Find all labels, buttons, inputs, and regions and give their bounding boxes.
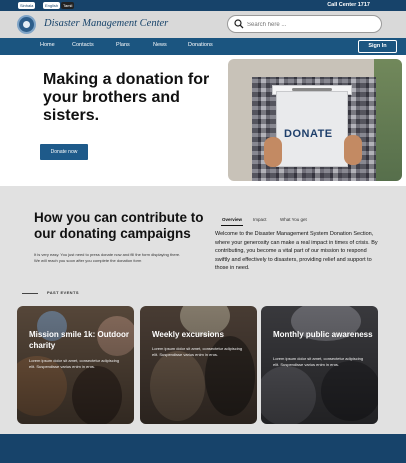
- nav-item-news[interactable]: News: [153, 42, 167, 48]
- event-text: Lorem ipsum dolor sit amet, consectetur …: [29, 358, 120, 369]
- hero-section: Making a donation for your brothers and …: [2, 55, 404, 186]
- top-bar: Sinhala English Tamil Call Center 1717: [0, 0, 406, 11]
- event-title: Monthly public awareness: [273, 330, 373, 339]
- language-english-button[interactable]: English: [43, 2, 61, 9]
- nav-item-donations[interactable]: Donations: [188, 42, 213, 48]
- nav-item-home[interactable]: Home: [40, 42, 55, 48]
- tab-what-you-get[interactable]: What You get: [280, 217, 307, 222]
- event-text: Lorem ipsum dolor sit amet, consectetur …: [152, 346, 243, 357]
- search-box[interactable]: [227, 15, 382, 33]
- search-input[interactable]: [247, 19, 367, 30]
- donation-box-label: DONATE: [284, 128, 333, 140]
- contribute-description: Welcome to the Disaster Management Syste…: [215, 231, 378, 271]
- event-title: Weekly excursions: [152, 330, 224, 339]
- page-footer: [0, 434, 406, 463]
- divider: [22, 293, 38, 294]
- search-icon: [234, 19, 244, 29]
- nav-item-contacts[interactable]: Contacts: [72, 42, 94, 48]
- right-hand: [344, 135, 362, 165]
- site-header: Disaster Management Center: [0, 11, 406, 38]
- active-tab-indicator: [221, 225, 243, 226]
- language-tamil-button[interactable]: Tamil: [61, 2, 75, 9]
- event-card[interactable]: Mission smile 1k: Outdoor charity Lorem …: [17, 306, 134, 424]
- event-title: Mission smile 1k: Outdoor charity: [29, 330, 130, 350]
- tab-impact[interactable]: Impact: [253, 217, 267, 222]
- contribute-title: How you can contribute to our donating c…: [34, 210, 204, 241]
- event-card[interactable]: Monthly public awareness Lorem ipsum dol…: [261, 306, 378, 424]
- past-events-label: PAST EVENTS: [47, 290, 79, 295]
- sign-in-button[interactable]: Sign In: [358, 40, 397, 53]
- event-text: Lorem ipsum dolor sit amet, consectetur …: [273, 356, 364, 367]
- plant-background: [374, 59, 402, 181]
- contribute-section: How you can contribute to our donating c…: [0, 186, 406, 434]
- tab-overview[interactable]: Overview: [222, 217, 242, 222]
- donate-now-button[interactable]: Donate now: [40, 144, 88, 160]
- contribute-subtitle: It is very easy. You just need to press …: [34, 252, 181, 263]
- site-title: Disaster Management Center: [44, 18, 169, 29]
- event-card[interactable]: Weekly excursions Lorem ipsum dolor sit …: [140, 306, 257, 424]
- call-center-text: Call Center 1717: [327, 2, 370, 8]
- left-hand: [264, 137, 282, 167]
- main-nav: Home Contacts Plans News Donations Sign …: [0, 38, 406, 55]
- language-sinhala-button[interactable]: Sinhala: [18, 2, 36, 9]
- nav-item-plans[interactable]: Plans: [116, 42, 130, 48]
- hero-donation-image: DONATE: [228, 59, 402, 181]
- hero-title: Making a donation for your brothers and …: [43, 71, 210, 124]
- site-logo[interactable]: [17, 15, 36, 34]
